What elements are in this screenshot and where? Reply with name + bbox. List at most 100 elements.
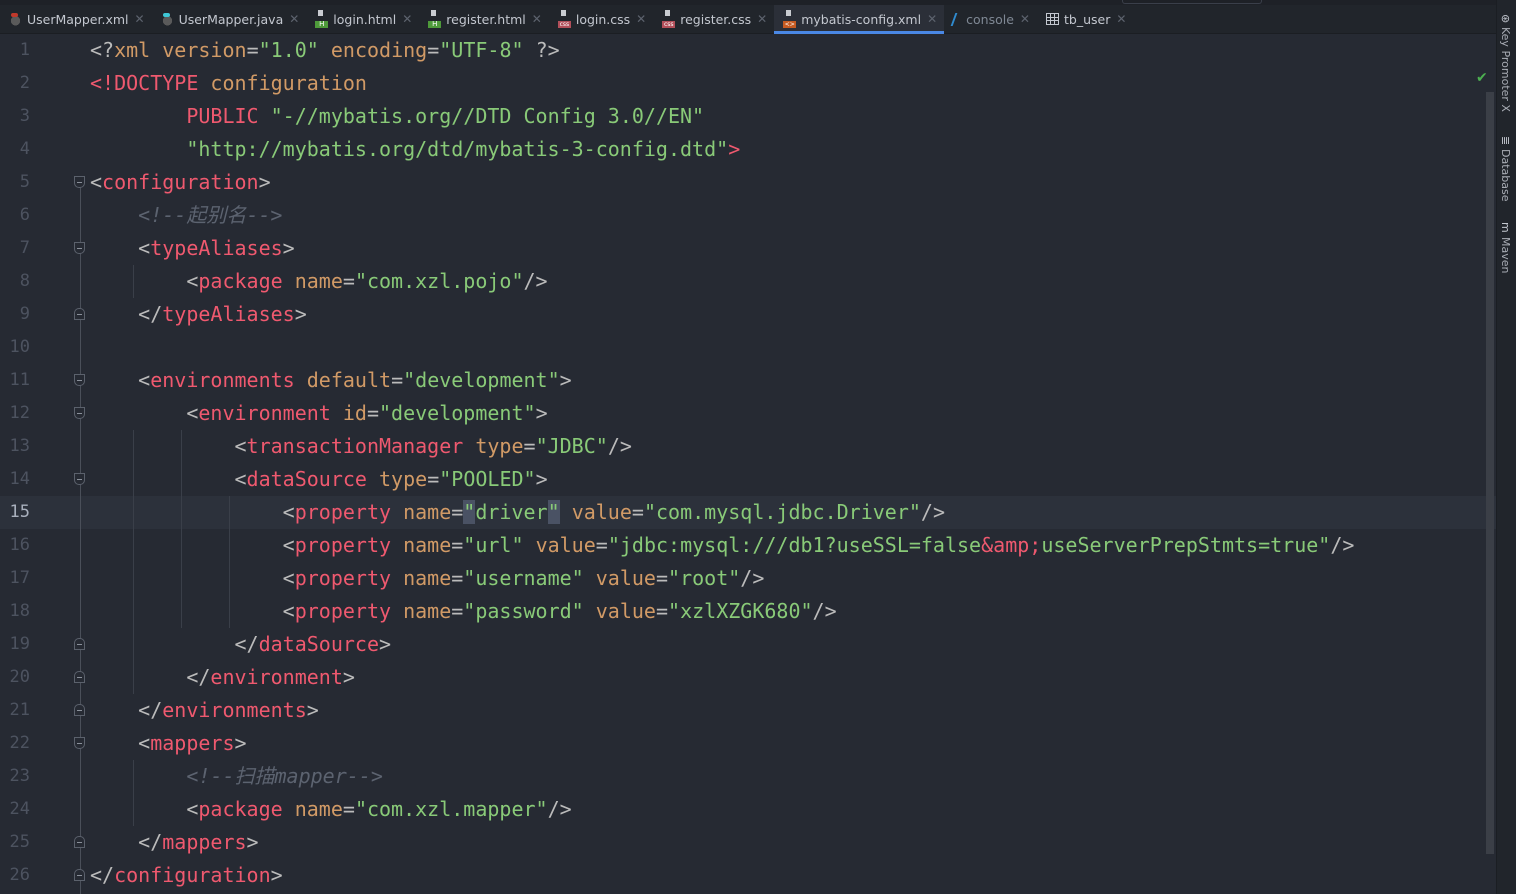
- xml-file-icon: [783, 10, 797, 28]
- right-tool-strip: ⊛ Key Promoter X ≣ Database m Maven: [1496, 0, 1516, 894]
- code-line[interactable]: 1 <?xml version="1.0" encoding="UTF-8" ?>: [0, 34, 1480, 67]
- punctuation: [584, 599, 596, 623]
- fold-collapse-icon[interactable]: [74, 374, 85, 386]
- vertical-scrollbar[interactable]: [1486, 92, 1494, 854]
- code-editor[interactable]: ✔ 1 <?xml version="1.0" encoding="UTF-8" …: [0, 34, 1496, 894]
- close-tab-icon[interactable]: ✕: [1116, 12, 1126, 26]
- tool-window-label: Database: [1499, 149, 1512, 202]
- punctuation: =: [451, 500, 464, 524]
- line-number: 16: [9, 535, 30, 555]
- close-tab-icon[interactable]: ✕: [636, 12, 646, 26]
- tab-login-css[interactable]: login.css ✕: [549, 5, 653, 33]
- punctuation: =: [342, 797, 355, 821]
- code-line[interactable]: 3 PUBLIC "-//mybatis.org//DTD Config 3.0…: [0, 100, 1480, 133]
- fold-collapse-icon[interactable]: [74, 473, 85, 485]
- line-number: 22: [9, 733, 30, 753]
- line-number: 25: [9, 832, 30, 852]
- code-line[interactable]: 5 <configuration>: [0, 166, 1480, 199]
- code-line[interactable]: 19 </dataSource>: [0, 628, 1480, 661]
- code-line[interactable]: 11 <environments default="development">: [0, 364, 1480, 397]
- punctuation: >: [535, 401, 548, 425]
- code-line[interactable]: 7 <typeAliases>: [0, 232, 1480, 265]
- line-number: 7: [19, 238, 30, 258]
- punctuation: >: [258, 170, 271, 194]
- code-line[interactable]: 8 <package name="com.xzl.pojo"/>: [0, 265, 1480, 298]
- close-tab-icon[interactable]: ✕: [1020, 12, 1030, 26]
- tag-name: environment: [198, 401, 331, 425]
- attribute-name: id: [342, 401, 367, 425]
- close-tab-icon[interactable]: ✕: [927, 12, 937, 26]
- code-line[interactable]: 26 </configuration>: [0, 859, 1480, 892]
- close-tab-icon[interactable]: ✕: [532, 12, 542, 26]
- search-everywhere-box[interactable]: [1122, 0, 1262, 4]
- punctuation: >: [234, 731, 247, 755]
- line-number: 2: [19, 73, 30, 93]
- fold-end-icon[interactable]: [74, 836, 85, 848]
- fold-end-icon[interactable]: [74, 671, 85, 683]
- code-text: </typeAliases>: [90, 298, 307, 331]
- fold-end-icon[interactable]: [74, 308, 85, 320]
- code-text: <package name="com.xzl.pojo"/>: [90, 265, 548, 298]
- code-text: <transactionManager type="JDBC"/>: [90, 430, 631, 463]
- punctuation: <: [90, 599, 295, 623]
- code-line[interactable]: 2 <!DOCTYPE configuration: [0, 67, 1480, 100]
- code-line[interactable]: 10: [0, 331, 1480, 364]
- code-line[interactable]: 12 <environment id="development">: [0, 397, 1480, 430]
- attribute-name: name: [294, 797, 343, 821]
- tool-window-database[interactable]: ≣ Database: [1499, 136, 1512, 202]
- code-text: <environment id="development">: [90, 397, 548, 430]
- fold-collapse-icon[interactable]: [74, 407, 85, 419]
- tool-window-label: Key Promoter X: [1499, 27, 1512, 113]
- fold-collapse-icon[interactable]: [74, 176, 85, 188]
- code-line[interactable]: 21 </environments>: [0, 694, 1480, 727]
- code-line[interactable]: 6 <!--起别名-->: [0, 199, 1480, 232]
- fold-collapse-icon[interactable]: [74, 242, 85, 254]
- tool-window-key-promoter-x[interactable]: ⊛ Key Promoter X: [1499, 14, 1512, 112]
- code-line[interactable]: 20 </environment>: [0, 661, 1480, 694]
- close-tab-icon[interactable]: ✕: [135, 12, 145, 26]
- fold-end-icon[interactable]: [74, 704, 85, 716]
- line-number: 13: [9, 436, 30, 456]
- tool-window-maven[interactable]: m Maven: [1499, 222, 1512, 273]
- fold-end-icon[interactable]: [74, 869, 85, 881]
- code-line[interactable]: 15 <property name="driver" value="com.my…: [0, 496, 1480, 529]
- tab-mybatis-config-xml[interactable]: mybatis-config.xml ✕: [774, 5, 945, 34]
- code-line[interactable]: 24 <package name="com.xzl.mapper"/>: [0, 793, 1480, 826]
- code-line[interactable]: 23 <!--扫描mapper-->: [0, 760, 1480, 793]
- tab-tb-user[interactable]: tb_user ✕: [1037, 5, 1133, 33]
- tab-login-html[interactable]: login.html ✕: [306, 5, 419, 33]
- code-line[interactable]: 25 </mappers>: [0, 826, 1480, 859]
- code-line[interactable]: 16 <property name="url" value="jdbc:mysq…: [0, 529, 1480, 562]
- fold-collapse-icon[interactable]: [74, 737, 85, 749]
- tag-name: package: [198, 269, 283, 293]
- string-value: "http://mybatis.org/dtd/mybatis-3-config…: [186, 137, 729, 161]
- code-line[interactable]: 18 <property name="password" value="xzlX…: [0, 595, 1480, 628]
- matched-quote: ": [463, 500, 476, 524]
- code-text: </environment>: [90, 661, 355, 694]
- string-value: "POOLED": [439, 467, 536, 491]
- attribute-name: version: [162, 38, 247, 62]
- tab-register-html[interactable]: register.html ✕: [419, 5, 549, 33]
- code-line[interactable]: 17 <property name="username" value="root…: [0, 562, 1480, 595]
- code-line[interactable]: 13 <transactionManager type="JDBC"/>: [0, 430, 1480, 463]
- punctuation: [283, 797, 295, 821]
- string-value: "com.mysql.jdbc.Driver": [643, 500, 921, 524]
- string-value: "xzlXZGK680": [668, 599, 813, 623]
- key-promoter-icon: ⊛: [1499, 14, 1512, 24]
- tab-usermapper-xml[interactable]: UserMapper.xml ✕: [0, 5, 152, 33]
- code-line[interactable]: 14 <dataSource type="POOLED">: [0, 463, 1480, 496]
- fold-end-icon[interactable]: [74, 638, 85, 650]
- close-tab-icon[interactable]: ✕: [757, 12, 767, 26]
- tab-register-css[interactable]: register.css ✕: [653, 5, 774, 33]
- punctuation: />: [523, 269, 548, 293]
- tag-name: typeAliases: [150, 236, 283, 260]
- close-tab-icon[interactable]: ✕: [289, 12, 299, 26]
- tag-name: mappers: [162, 830, 247, 854]
- code-line[interactable]: 4 "http://mybatis.org/dtd/mybatis-3-conf…: [0, 133, 1480, 166]
- tab-console[interactable]: console ✕: [944, 5, 1037, 33]
- code-line[interactable]: 22 <mappers>: [0, 727, 1480, 760]
- close-tab-icon[interactable]: ✕: [402, 12, 412, 26]
- line-number: 14: [9, 469, 30, 489]
- tab-usermapper-java[interactable]: UserMapper.java ✕: [152, 5, 307, 33]
- code-line[interactable]: 9 </typeAliases>: [0, 298, 1480, 331]
